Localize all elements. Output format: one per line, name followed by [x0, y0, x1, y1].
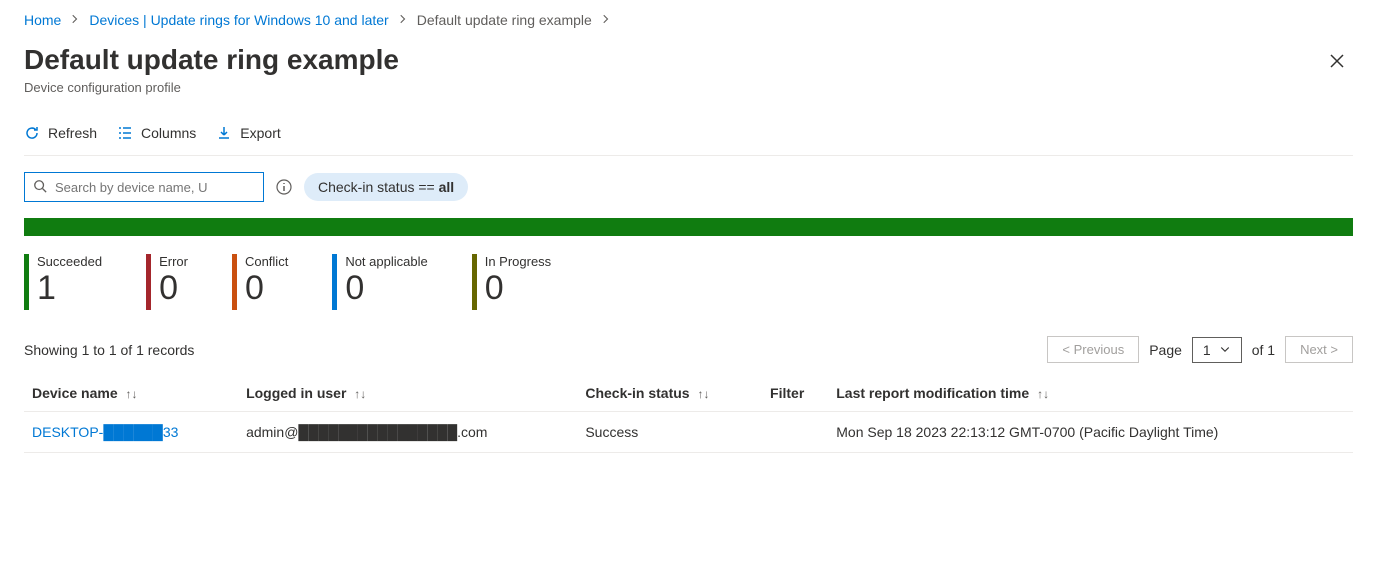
of-label: of 1 [1252, 342, 1275, 358]
col-label: Last report modification time [836, 385, 1029, 401]
columns-label: Columns [141, 125, 196, 141]
table-row[interactable]: DESKTOP-██████33 admin@████████████████.… [24, 412, 1353, 453]
status-value: 0 [159, 271, 188, 305]
search-input-wrap[interactable] [24, 172, 264, 202]
breadcrumb-current: Default update ring example [417, 12, 592, 28]
status-label: Not applicable [345, 254, 427, 269]
toolbar: Refresh Columns Export [24, 115, 1353, 156]
chevron-down-icon [1219, 342, 1231, 358]
cell-checkin-status: Success [577, 412, 762, 453]
filter-row: Check-in status == all [24, 172, 1353, 202]
col-last-report[interactable]: Last report modification time ↑↓ [828, 375, 1353, 412]
breadcrumb-home[interactable]: Home [24, 12, 61, 28]
refresh-button[interactable]: Refresh [24, 125, 97, 141]
status-label: Succeeded [37, 254, 102, 269]
status-succeeded[interactable]: Succeeded 1 [24, 254, 102, 310]
info-icon[interactable] [276, 179, 292, 195]
record-summary: Showing 1 to 1 of 1 records [24, 342, 194, 358]
export-button[interactable]: Export [216, 125, 280, 141]
refresh-icon [24, 125, 40, 141]
columns-button[interactable]: Columns [117, 125, 196, 141]
status-stripe [146, 254, 151, 310]
download-icon [216, 125, 232, 141]
cell-last-report: Mon Sep 18 2023 22:13:12 GMT-0700 (Pacif… [828, 412, 1353, 453]
chevron-right-icon [69, 12, 81, 28]
pager: < Previous Page 1 of 1 Next > [1047, 336, 1353, 363]
columns-icon [117, 125, 133, 141]
page-select[interactable]: 1 [1192, 337, 1242, 363]
status-error[interactable]: Error 0 [146, 254, 188, 310]
col-filter[interactable]: Filter [762, 375, 828, 412]
status-stripe [332, 254, 337, 310]
status-label: Error [159, 254, 188, 269]
status-value: 0 [345, 271, 427, 305]
col-device-name[interactable]: Device name ↑↓ [24, 375, 238, 412]
status-stripe [24, 254, 29, 310]
search-input[interactable] [53, 179, 255, 196]
pill-prefix: Check-in status == [318, 179, 439, 195]
status-not-applicable[interactable]: Not applicable 0 [332, 254, 427, 310]
page-label: Page [1149, 342, 1182, 358]
status-conflict[interactable]: Conflict 0 [232, 254, 288, 310]
col-logged-in-user[interactable]: Logged in user ↑↓ [238, 375, 577, 412]
status-label: In Progress [485, 254, 551, 269]
page-value: 1 [1203, 342, 1211, 358]
device-name-link[interactable]: DESKTOP-██████33 [32, 424, 178, 440]
export-label: Export [240, 125, 280, 141]
status-summary-row: Succeeded 1 Error 0 Conflict 0 Not appli… [24, 254, 1353, 310]
previous-button[interactable]: < Previous [1047, 336, 1139, 363]
next-button[interactable]: Next > [1285, 336, 1353, 363]
col-label: Check-in status [585, 385, 689, 401]
sort-icon: ↑↓ [354, 387, 366, 401]
status-value: 0 [245, 271, 288, 305]
status-value: 1 [37, 271, 102, 305]
search-icon [33, 179, 47, 196]
close-icon[interactable] [1321, 44, 1353, 83]
col-label: Filter [770, 385, 804, 401]
breadcrumb-devices[interactable]: Devices | Update rings for Windows 10 an… [89, 12, 388, 28]
cell-filter [762, 412, 828, 453]
device-table: Device name ↑↓ Logged in user ↑↓ Check-i… [24, 375, 1353, 453]
chevron-right-icon [397, 12, 409, 28]
pill-value: all [439, 179, 455, 195]
checkin-status-filter-pill[interactable]: Check-in status == all [304, 173, 468, 201]
cell-logged-in-user: admin@████████████████.com [238, 412, 577, 453]
page-title: Default update ring example [24, 44, 399, 76]
page-subtitle: Device configuration profile [24, 80, 399, 95]
status-value: 0 [485, 271, 551, 305]
refresh-label: Refresh [48, 125, 97, 141]
status-in-progress[interactable]: In Progress 0 [472, 254, 551, 310]
col-checkin-status[interactable]: Check-in status ↑↓ [577, 375, 762, 412]
col-label: Device name [32, 385, 118, 401]
sort-icon: ↑↓ [126, 387, 138, 401]
breadcrumb: Home Devices | Update rings for Windows … [24, 12, 1353, 28]
status-stripe [472, 254, 477, 310]
col-label: Logged in user [246, 385, 346, 401]
sort-icon: ↑↓ [697, 387, 709, 401]
status-label: Conflict [245, 254, 288, 269]
status-stripe [232, 254, 237, 310]
chevron-right-icon [600, 12, 612, 28]
sort-icon: ↑↓ [1037, 387, 1049, 401]
status-progress-bar [24, 218, 1353, 236]
